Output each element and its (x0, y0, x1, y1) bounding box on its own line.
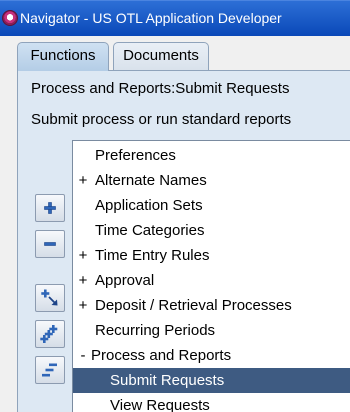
tree-item-submit-requests[interactable]: Submit Requests (73, 368, 350, 393)
tab-functions-label: Functions (30, 47, 96, 64)
expand-icon (44, 202, 56, 214)
expand-all-button[interactable] (35, 320, 65, 348)
tree-item-time-entry-rules[interactable]: + Time Entry Rules (73, 243, 350, 268)
tree-item-label: Application Sets (95, 197, 203, 214)
function-description: Submit process or run standard reports (31, 111, 292, 128)
tree-item-label: Preferences (95, 147, 176, 164)
title-bar[interactable]: Navigator - US OTL Application Developer (0, 0, 350, 36)
collapse-icon (44, 242, 56, 246)
oracle-app-icon (2, 10, 18, 26)
tree-item-recurring-periods[interactable]: Recurring Periods (73, 318, 350, 343)
expand-all-icon (40, 325, 58, 343)
tree-item-alternate-names[interactable]: + Alternate Names (73, 168, 350, 193)
window-title: Navigator - US OTL Application Developer (20, 10, 282, 26)
tree-item-label: View Requests (110, 397, 210, 412)
tree-item-approval[interactable]: + Approval (73, 268, 350, 293)
expand-branch-button[interactable] (35, 284, 65, 312)
tree-item-label: Process and Reports (91, 347, 232, 364)
tree-item-label: Alternate Names (95, 172, 207, 189)
collapse-all-icon (42, 363, 57, 377)
tree-item-time-categories[interactable]: Time Categories (73, 218, 350, 243)
tree-item-process-and-reports[interactable]: - Process and Reports (73, 343, 350, 368)
tab-functions[interactable]: Functions (17, 42, 109, 71)
tab-documents[interactable]: Documents (113, 42, 209, 70)
navigator-tree[interactable]: Preferences + Alternate Names Applicatio… (72, 140, 350, 412)
tree-item-expander[interactable]: + (76, 268, 90, 293)
tree-item-application-sets[interactable]: Application Sets (73, 193, 350, 218)
tree-item-deposit-retrieval[interactable]: + Deposit / Retrieval Processes (73, 293, 350, 318)
tree-item-label: Recurring Periods (95, 322, 216, 339)
tree-item-view-requests[interactable]: View Requests (73, 393, 350, 412)
tree-item-preferences[interactable]: Preferences (73, 143, 350, 168)
tree-item-label: Deposit / Retrieval Processes (95, 297, 292, 314)
tab-documents-label: Documents (123, 47, 199, 64)
expand-button[interactable] (35, 194, 65, 222)
tree-item-expander[interactable]: + (76, 293, 90, 318)
tree-item-label: Approval (95, 272, 155, 289)
tree-item-label: Time Categories (95, 222, 205, 239)
collapse-button[interactable] (35, 230, 65, 258)
function-path: Process and Reports:Submit Requests (31, 80, 290, 97)
tree-item-expander[interactable]: + (76, 168, 90, 193)
collapse-all-button[interactable] (35, 356, 65, 384)
expand-branch-icon (41, 289, 58, 306)
tree-item-expander[interactable]: - (76, 343, 90, 368)
tree-item-label: Time Entry Rules (95, 247, 210, 264)
tree-item-label: Submit Requests (110, 372, 225, 389)
tree-item-expander[interactable]: + (76, 243, 90, 268)
